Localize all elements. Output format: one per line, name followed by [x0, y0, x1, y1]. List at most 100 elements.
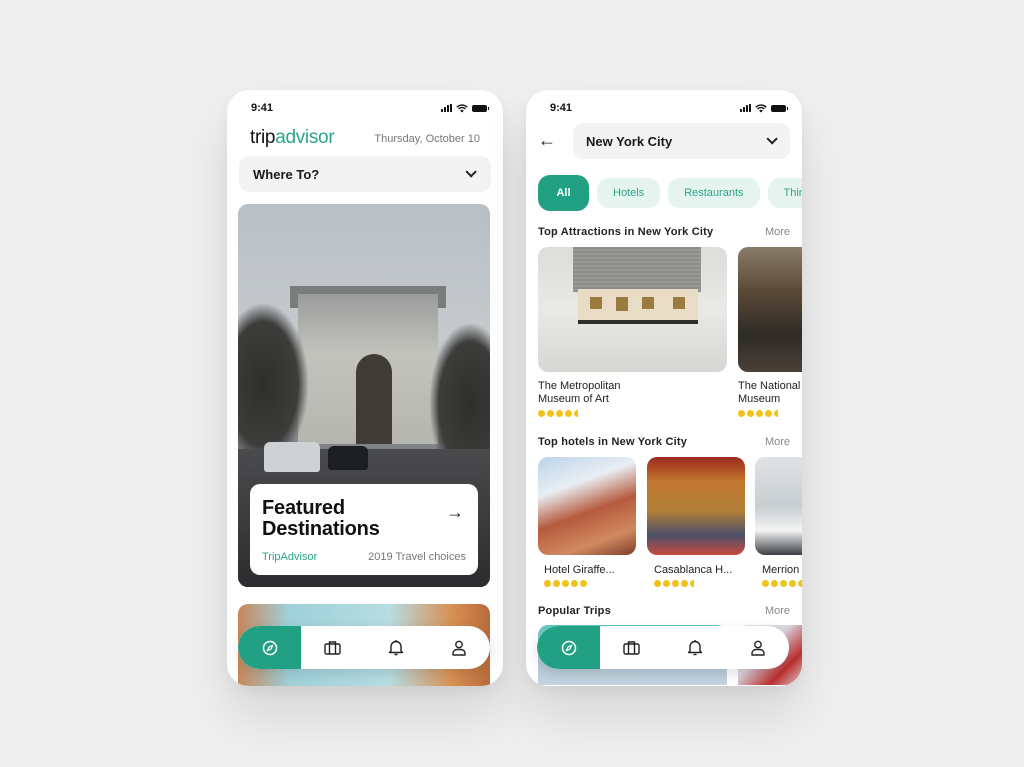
- chevron-down-icon: [766, 133, 778, 145]
- current-date: Thursday, October 10: [374, 133, 480, 145]
- bell-icon: [687, 640, 702, 656]
- star-icon: [538, 410, 545, 417]
- featured-source: TripAdvisor: [262, 551, 318, 563]
- star-icon: [774, 410, 781, 417]
- star-icon: [798, 580, 802, 587]
- status-bar: 9:41: [227, 90, 503, 126]
- signal-icon: [441, 104, 452, 112]
- rating-stars: [538, 410, 727, 417]
- star-icon: [571, 580, 578, 587]
- briefcase-icon: [324, 641, 341, 655]
- star-icon: [544, 580, 551, 587]
- rating-stars: [538, 580, 636, 587]
- rating-stars: [647, 580, 745, 587]
- back-arrow-icon[interactable]: ←: [538, 130, 556, 151]
- chip-things[interactable]: Things: [767, 178, 802, 208]
- section-title-attractions: Top Attractions in New York City: [538, 226, 714, 238]
- hotel-card[interactable]: Hotel Giraffe...: [538, 457, 636, 587]
- star-icon: [553, 580, 560, 587]
- hotel-card[interactable]: Merrion: [755, 457, 802, 587]
- star-icon: [562, 580, 569, 587]
- hotel-card[interactable]: Casablanca H...: [647, 457, 745, 587]
- tripadvisor-logo: tripadvisor: [250, 127, 335, 148]
- status-time: 9:41: [550, 102, 573, 114]
- briefcase-icon: [623, 641, 640, 655]
- nav-explore[interactable]: [238, 626, 301, 669]
- phone-screen-home: 9:41 tripadvisor Thursday, October 10 Wh…: [227, 90, 503, 686]
- star-icon: [580, 580, 587, 587]
- city-value: New York City: [586, 133, 673, 149]
- more-link-trips[interactable]: More: [765, 605, 790, 617]
- attraction-card[interactable]: The National Museum: [738, 247, 802, 417]
- chip-hotels[interactable]: Hotels: [597, 178, 661, 208]
- star-icon: [765, 410, 772, 417]
- compass-icon: [561, 640, 576, 655]
- star-icon: [747, 410, 754, 417]
- battery-icon: [472, 104, 489, 112]
- phone-screen-city: 9:41 ← New York City All Hotels Restaura…: [526, 90, 802, 686]
- nav-notifications[interactable]: [663, 626, 726, 669]
- rating-stars: [738, 410, 802, 417]
- status-time: 9:41: [251, 102, 274, 114]
- battery-icon: [771, 104, 788, 112]
- hotel-name: Casablanca H...: [654, 564, 733, 576]
- star-icon: [762, 580, 769, 587]
- category-filter-chips: All Hotels Restaurants Things: [538, 175, 802, 211]
- hotel-image: [755, 457, 802, 555]
- bottom-nav: [238, 626, 490, 669]
- attraction-name: The Metropolitan Museum of Art: [538, 380, 621, 405]
- section-title-trips: Popular Trips: [538, 605, 611, 617]
- star-icon: [738, 410, 745, 417]
- nav-profile[interactable]: [427, 626, 490, 669]
- where-to-dropdown[interactable]: Where To?: [239, 156, 491, 192]
- more-link-hotels[interactable]: More: [765, 436, 790, 448]
- hotel-image: [538, 457, 636, 555]
- nav-explore[interactable]: [537, 626, 600, 669]
- nav-trips[interactable]: [301, 626, 364, 669]
- star-icon: [789, 580, 796, 587]
- bell-icon: [388, 640, 403, 656]
- compass-icon: [262, 640, 277, 655]
- star-icon: [565, 410, 572, 417]
- attraction-card[interactable]: The Metropolitan Museum of Art: [538, 247, 727, 417]
- star-icon: [556, 410, 563, 417]
- nav-notifications[interactable]: [364, 626, 427, 669]
- status-bar: 9:41: [526, 90, 802, 126]
- star-icon: [756, 410, 763, 417]
- featured-title: Featured Destinations: [262, 497, 380, 540]
- attraction-image: [738, 247, 802, 372]
- chevron-down-icon: [465, 166, 477, 178]
- attraction-name: The National Museum: [738, 380, 801, 405]
- chip-all[interactable]: All: [538, 175, 589, 211]
- signal-icon: [740, 104, 751, 112]
- star-icon: [780, 580, 787, 587]
- star-icon: [654, 580, 661, 587]
- user-icon: [451, 640, 466, 656]
- wifi-icon: [755, 103, 767, 112]
- featured-destinations-card[interactable]: Featured Destinations → TripAdvisor 2019…: [250, 484, 478, 575]
- hotel-name: Hotel Giraffe...: [544, 564, 615, 576]
- more-link-attractions[interactable]: More: [765, 226, 790, 238]
- star-icon: [663, 580, 670, 587]
- star-icon: [690, 580, 697, 587]
- hotel-image: [647, 457, 745, 555]
- where-to-label: Where To?: [253, 166, 320, 182]
- star-icon: [771, 580, 778, 587]
- nav-profile[interactable]: [726, 626, 789, 669]
- rating-stars: [755, 580, 802, 587]
- nav-trips[interactable]: [600, 626, 663, 669]
- star-icon: [672, 580, 679, 587]
- star-icon: [547, 410, 554, 417]
- star-icon: [574, 410, 581, 417]
- hotel-name: Merrion: [762, 564, 800, 576]
- star-icon: [681, 580, 688, 587]
- city-dropdown[interactable]: New York City: [573, 123, 790, 159]
- wifi-icon: [456, 103, 468, 112]
- featured-subtitle: 2019 Travel choices: [368, 551, 466, 563]
- arrow-right-icon[interactable]: →: [446, 502, 464, 523]
- attraction-image: [538, 247, 727, 372]
- user-icon: [750, 640, 765, 656]
- section-title-hotels: Top hotels in New York City: [538, 436, 688, 448]
- chip-restaurants[interactable]: Restaurants: [668, 178, 760, 208]
- bottom-nav: [537, 626, 789, 669]
